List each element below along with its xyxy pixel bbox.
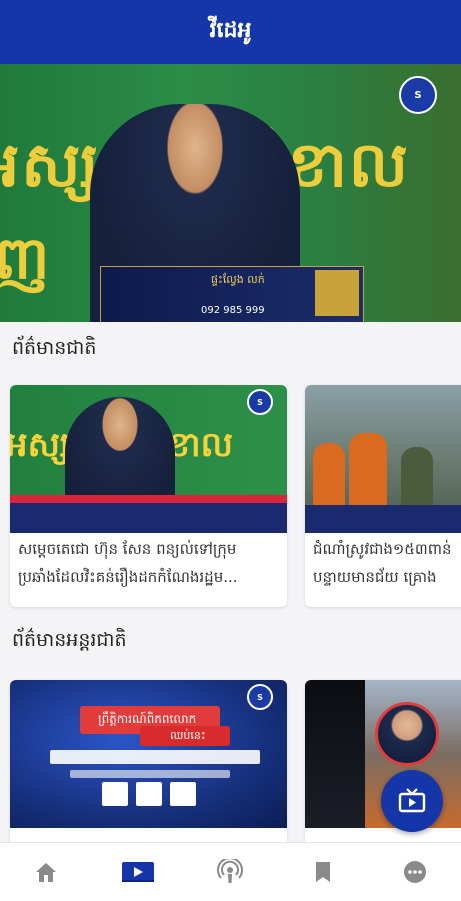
more-icon bbox=[403, 861, 426, 883]
caption-line: ប្រឆាំងដែលវិះគន់រឿងដកកំណែងរដ្ឋម... bbox=[18, 568, 238, 586]
hero-slogan-bottom: ញ bbox=[0, 224, 52, 292]
thumb-tag: ឈប់នេះ bbox=[140, 726, 230, 746]
thumb-logo bbox=[136, 782, 162, 806]
video-icon bbox=[122, 862, 155, 882]
thumb-figure bbox=[349, 433, 387, 513]
live-tv-button[interactable] bbox=[381, 770, 443, 832]
news-thumbnail: អស្សយុជ ឆ្នាំខាល S bbox=[10, 385, 287, 533]
page-title: វីដេអូ bbox=[209, 18, 252, 43]
nav-bookmark[interactable] bbox=[300, 852, 346, 892]
thumb-logo bbox=[102, 782, 128, 806]
speaker-image bbox=[65, 397, 175, 507]
news-card[interactable]: អស្សយុជ ឆ្នាំខាល S សម្ដេចតេជោ ហ៊ុន សែន ព… bbox=[10, 385, 287, 607]
sbm-logo-icon: S bbox=[399, 76, 437, 114]
thumb-caption-bar bbox=[305, 505, 461, 533]
ad-banner-text: ផ្ទះល្វែង លក់ bbox=[211, 273, 265, 286]
news-card[interactable] bbox=[305, 680, 461, 850]
top-app-bar: វីដេអូ bbox=[0, 0, 461, 64]
thumb-row bbox=[70, 770, 230, 778]
home-icon bbox=[36, 863, 57, 882]
caption-line: ជំណាំស្រូវជាង១៥៣ពាន់ bbox=[313, 540, 452, 558]
sbm-logo-icon: S bbox=[247, 389, 273, 415]
section-title-international: ព័ត៌មានអន្តរជាតិ bbox=[12, 629, 127, 651]
thumb-logo bbox=[170, 782, 196, 806]
nav-video[interactable] bbox=[115, 852, 161, 892]
news-caption: សម្ដេចតេជោ ហ៊ុន សែន ពន្យល់ទៅក្រុម ប្រឆាំ… bbox=[18, 535, 279, 591]
ad-banner-logo bbox=[315, 270, 359, 316]
bottom-navigation bbox=[0, 842, 461, 901]
nav-more[interactable] bbox=[392, 852, 438, 892]
thumb-caption-bar bbox=[10, 503, 287, 533]
sbm-logo-icon: S bbox=[247, 684, 273, 710]
thumb-row bbox=[50, 750, 260, 764]
news-thumbnail: ព្រឹត្តិការណ៍ពិភពលោក ឈប់នេះ S bbox=[10, 680, 287, 828]
thumb-ribbon bbox=[10, 495, 287, 503]
ad-banner-phone: 092 985 999 bbox=[201, 305, 265, 316]
news-caption: ជំណាំស្រូវជាង១៥៣ពាន់ បន្ទាយមានជ័យ គ្រោង bbox=[313, 535, 461, 591]
caption-line: សម្ដេចតេជោ ហ៊ុន សែន ពន្យល់ទៅក្រុម bbox=[18, 540, 237, 558]
news-card[interactable]: ព្រឹត្តិការណ៍ពិភពលោក ឈប់នេះ S bbox=[10, 680, 287, 850]
nav-podcast[interactable] bbox=[207, 852, 253, 892]
nav-home[interactable] bbox=[23, 852, 69, 892]
tv-icon bbox=[398, 788, 426, 813]
news-thumbnail bbox=[305, 385, 461, 533]
caption-line: បន្ទាយមានជ័យ គ្រោង bbox=[313, 568, 437, 586]
bookmark-icon bbox=[315, 862, 330, 882]
podcast-icon bbox=[217, 859, 244, 883]
portrait-image bbox=[375, 702, 439, 766]
news-card[interactable]: ជំណាំស្រូវជាង១៥៣ពាន់ បន្ទាយមានជ័យ គ្រោង bbox=[305, 385, 461, 607]
section-title-national: ព័ត៌មានជាតិ bbox=[12, 337, 97, 359]
featured-video[interactable]: អស្សយុជ ឆ្នាំខាល ញ ផ្ទះល្វែង លក់ 092 985… bbox=[0, 64, 461, 322]
thumb-tag-text: ឈប់នេះ bbox=[170, 729, 206, 742]
hero-slogan-top bbox=[0, 64, 12, 126]
